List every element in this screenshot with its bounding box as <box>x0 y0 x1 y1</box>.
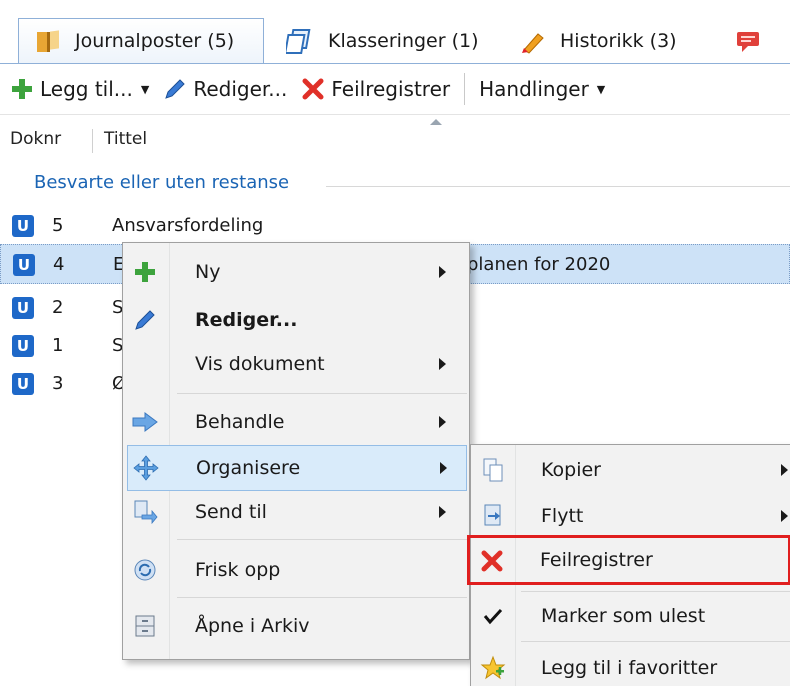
menu-separator <box>521 591 790 592</box>
menu-item-label: Frisk opp <box>195 559 281 581</box>
menu-item-label: Behandle <box>195 411 285 433</box>
sort-ascending-icon <box>430 119 442 125</box>
edit-button-label: Rediger... <box>193 77 288 101</box>
menu-item-rediger[interactable]: Rediger... <box>123 297 469 343</box>
submenu-arrow-icon <box>439 266 446 278</box>
checkmark-icon <box>479 602 507 630</box>
tab-label: Klasseringer (1) <box>328 30 479 52</box>
arrow-right-icon <box>131 408 159 436</box>
tab-klasseringer[interactable]: Klasseringer (1) <box>272 18 498 64</box>
add-button-label: Legg til... <box>40 77 133 101</box>
submenu-item-feilregistrer[interactable]: Feilregistrer <box>467 535 790 585</box>
actions-dropdown[interactable]: Handlinger ▼ <box>479 69 605 109</box>
actions-dropdown-label: Handlinger <box>479 77 589 101</box>
doc-number: 5 <box>52 215 64 236</box>
plus-icon <box>10 77 34 101</box>
menu-item-frisk-opp[interactable]: Frisk opp <box>123 547 469 593</box>
document-type-badge: U <box>12 215 34 237</box>
tab-strip: Journalposter (5) Klasseringer (1) Histo… <box>0 0 790 64</box>
submenu-item-flytt[interactable]: Flytt <box>471 493 790 539</box>
doc-number: 4 <box>53 254 65 275</box>
submenu-item-label: Feilregistrer <box>540 549 653 571</box>
edit-button[interactable]: Rediger... <box>163 69 287 109</box>
menu-item-apne-i-arkiv[interactable]: Åpne i Arkiv <box>123 603 469 649</box>
menu-item-label: Rediger... <box>195 309 298 331</box>
chevron-down-icon: ▼ <box>140 82 150 96</box>
menu-item-label: Åpne i Arkiv <box>195 615 310 637</box>
document-type-badge: U <box>12 335 34 357</box>
submenu-item-favoritter[interactable]: Legg til i favoritter <box>471 645 790 686</box>
menu-item-send-til[interactable]: Send til <box>123 489 469 535</box>
tab-comments[interactable] <box>720 18 790 64</box>
document-type-badge: U <box>13 254 35 276</box>
tab-label: Historikk (3) <box>560 30 677 52</box>
menu-item-behandle[interactable]: Behandle <box>123 399 469 445</box>
submenu-item-label: Kopier <box>541 459 601 481</box>
menu-separator <box>177 597 467 598</box>
journal-folder-icon <box>33 26 63 56</box>
submenu-arrow-icon <box>439 506 446 518</box>
toolbar-separator <box>464 73 466 105</box>
archive-cabinet-icon <box>131 612 159 640</box>
submenu-arrow-icon <box>439 416 446 428</box>
organize-submenu: Kopier Flytt Feilregistrer Marker som ul… <box>467 444 790 686</box>
submenu-arrow-icon <box>781 510 788 522</box>
column-header: Doknr Tittel <box>0 114 790 164</box>
submenu-item-label: Marker som ulest <box>541 605 706 627</box>
menu-item-label: Send til <box>195 501 267 523</box>
add-button[interactable]: Legg til... ▼ <box>10 69 149 109</box>
menu-item-label: Ny <box>195 261 221 283</box>
submenu-item-label: Legg til i favoritter <box>541 657 718 679</box>
submenu-item-marker-som-ulest[interactable]: Marker som ulest <box>471 593 790 639</box>
document-type-badge: U <box>12 373 34 395</box>
copy-icon <box>479 456 507 484</box>
column-tittel[interactable]: Tittel <box>104 129 147 149</box>
menu-item-ny[interactable]: Ny <box>123 249 469 295</box>
submenu-item-label: Flytt <box>541 505 584 527</box>
tab-historikk[interactable]: Historikk (3) <box>504 18 714 64</box>
red-x-icon <box>478 547 506 575</box>
menu-item-label: Vis dokument <box>195 353 325 375</box>
column-resize-handle[interactable] <box>92 129 93 153</box>
tab-label: Journalposter (5) <box>75 30 235 52</box>
menu-separator <box>177 393 467 394</box>
toolbar: Legg til... ▼ Rediger... Feilregistrer H… <box>0 64 790 114</box>
void-button-label: Feilregistrer <box>331 77 451 101</box>
submenu-arrow-icon <box>440 462 447 474</box>
list-item[interactable]: U 5 Ansvarsfordeling <box>0 206 790 246</box>
tab-journalposter[interactable]: Journalposter (5) <box>18 18 264 64</box>
doc-title: Ansvarsfordeling <box>112 215 264 236</box>
document-type-badge: U <box>12 297 34 319</box>
move-document-icon <box>479 502 507 530</box>
menu-separator <box>177 539 467 540</box>
menu-separator <box>521 641 790 642</box>
history-pencil-icon <box>518 26 548 56</box>
move-arrows-icon <box>132 454 160 482</box>
context-menu: Ny Rediger... Vis dokument Behandle Orga… <box>122 242 470 660</box>
doc-title-tail: planen for 2020 <box>467 254 611 275</box>
pencil-icon <box>163 77 187 101</box>
classification-icon <box>284 26 316 56</box>
submenu-arrow-icon <box>781 464 788 476</box>
doc-number: 3 <box>52 373 64 394</box>
plus-icon <box>131 258 159 286</box>
menu-item-vis-dokument[interactable]: Vis dokument <box>123 341 469 387</box>
group-divider <box>326 186 790 187</box>
menu-item-label: Organisere <box>196 457 301 479</box>
submenu-arrow-icon <box>439 358 446 370</box>
doc-number: 2 <box>52 297 64 318</box>
pencil-icon <box>131 306 159 334</box>
comment-icon <box>734 26 764 56</box>
chevron-down-icon: ▼ <box>596 82 606 96</box>
send-document-icon <box>131 498 159 526</box>
red-x-icon <box>301 77 325 101</box>
column-doknr[interactable]: Doknr <box>10 129 61 149</box>
menu-item-organisere[interactable]: Organisere <box>127 445 467 491</box>
submenu-item-kopier[interactable]: Kopier <box>471 447 790 493</box>
doc-number: 1 <box>52 335 64 356</box>
star-add-icon <box>479 654 507 682</box>
group-header[interactable]: Besvarte eller uten restanse <box>34 172 289 193</box>
refresh-icon <box>131 556 159 584</box>
void-button[interactable]: Feilregistrer <box>301 69 450 109</box>
